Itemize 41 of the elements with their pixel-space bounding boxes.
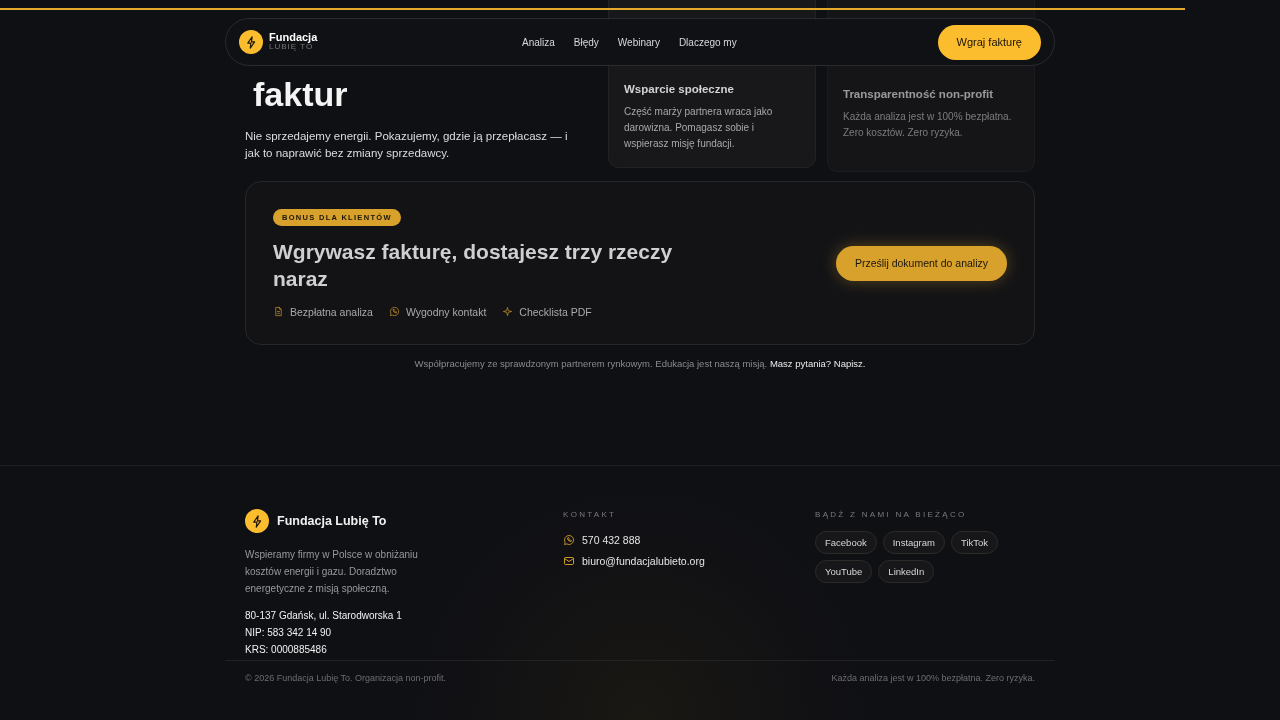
upload-invoice-button[interactable]: Wgraj fakturę <box>937 24 1041 60</box>
copyright-text: © 2026 Fundacja Lubię To. Organizacja non-profit. <box>245 673 447 683</box>
brand-tagline: LUBIĘ TO <box>269 42 314 52</box>
company-detail: 80-137 Gdańsk, ul. Starodworska 1 <box>245 609 403 623</box>
social-link[interactable]: TikTok <box>951 531 999 554</box>
phone-link[interactable]: 570 432 888 <box>582 534 641 546</box>
submit-document-button[interactable]: Prześlij dokument do analizy <box>835 245 1007 281</box>
nav-link[interactable]: Błędy <box>573 36 599 48</box>
hero-heading: faktur <box>253 74 349 114</box>
nav-link[interactable]: Dlaczego my <box>678 36 737 48</box>
footer-tagline: Każda analiza jest w 100% bezpłatna. Zero ryzyka. <box>831 673 1035 683</box>
footer-description: Wspieramy firmy w Polsce w obniżaniu kosztów energii i gazu. Doradztwo energetyczne z misją społeczną. <box>245 548 419 596</box>
contact-link[interactable]: Masz pytania? Napisz. <box>769 358 866 369</box>
hero-lead: Nie sprzedajemy energii. Pokazujemy, gdzie ją przepłacasz — i jak to naprawić bez zmiany sprzedawcy. <box>245 129 569 161</box>
card-title: Wsparcie społeczne <box>624 83 735 95</box>
document-icon <box>273 306 284 317</box>
social-link[interactable]: Instagram <box>882 531 945 554</box>
card-text: Każda analiza jest w 100% bezpłatna. Zero kosztów. Zero ryzyka. <box>843 110 1013 140</box>
brand-name: Fundacja <box>269 32 318 42</box>
social-link[interactable]: Facebook <box>815 531 877 554</box>
partner-note: Współpracujemy ze sprawdzonym partnerem rynkowym. Edukacja jest naszą misją. Masz pytania? Napisz. <box>413 358 867 369</box>
section-heading: BĄDŹ Z NAMI NA BIEŻĄCO <box>815 510 968 519</box>
company-detail: NIP: 583 342 14 90 <box>245 626 333 640</box>
feature-label: Bezpłatna analiza <box>290 305 373 318</box>
email-link[interactable]: biuro@fundacjalubieto.org <box>582 555 705 567</box>
feature-label: Wygodny kontakt <box>405 305 487 318</box>
footer-brand-name: Fundacja Lubię To <box>277 514 387 528</box>
section-heading: KONTAKT <box>563 510 618 519</box>
mail-icon <box>563 555 575 567</box>
card-text: Część marży partnera wraca jako darowizna. Pomagasz sobie i wspierasz misję fundacji. <box>624 105 774 151</box>
sparkle-icon <box>502 306 514 317</box>
nav-link[interactable]: Analiza <box>522 36 555 48</box>
bonus-heading: Wgrywasz fakturę, dostajesz trzy rzeczy naraz <box>273 238 674 292</box>
phone-icon <box>563 534 575 546</box>
feature-label: Checklista PDF <box>519 305 592 318</box>
phone-icon <box>388 306 400 317</box>
company-detail: KRS: 0000885486 <box>245 643 328 657</box>
card-title: Transparentność non-profit <box>843 88 995 100</box>
nav-link[interactable]: Webinary <box>617 36 660 48</box>
social-link[interactable]: YouTube <box>815 560 873 583</box>
social-link[interactable]: LinkedIn <box>878 560 935 583</box>
